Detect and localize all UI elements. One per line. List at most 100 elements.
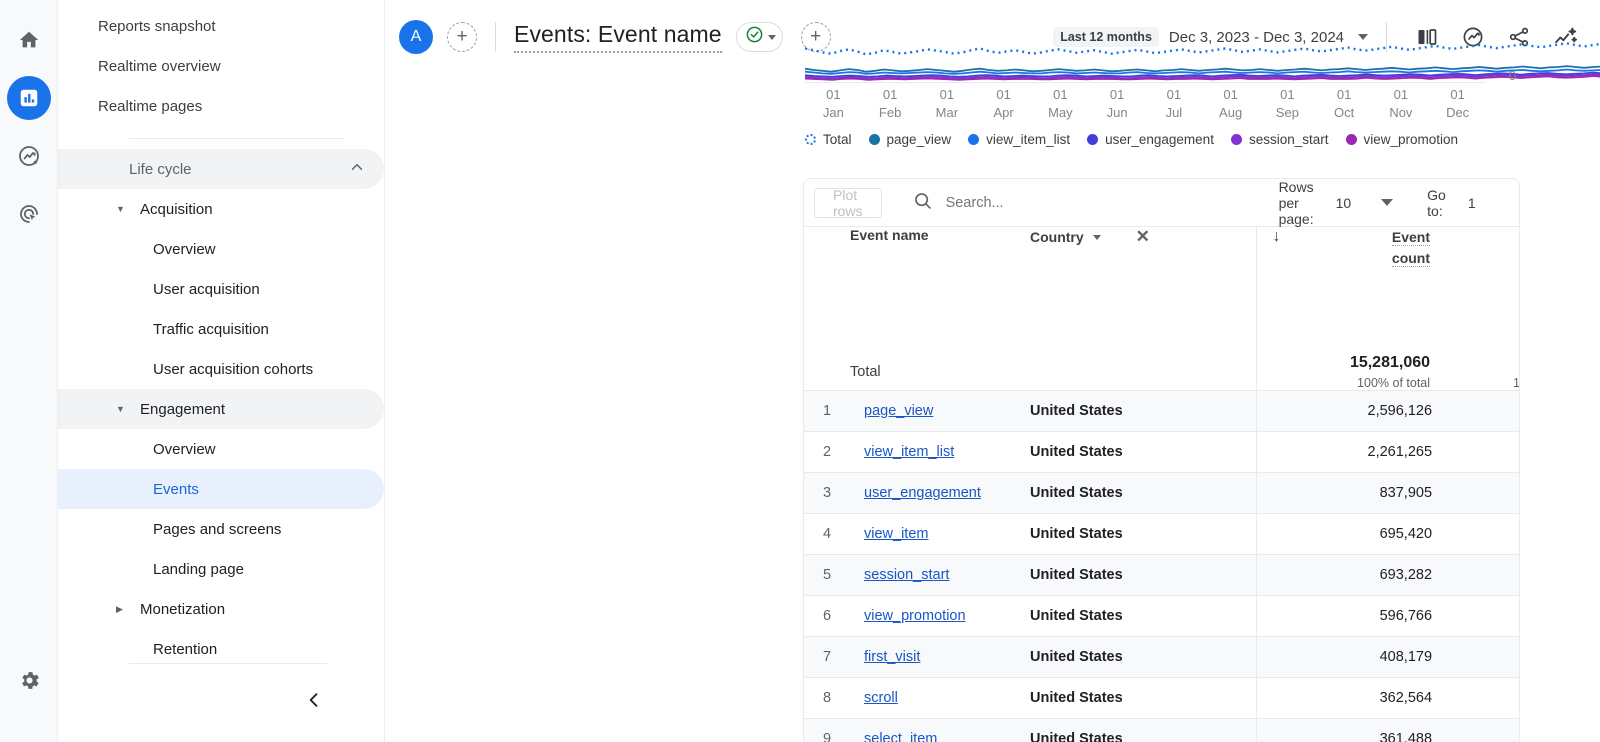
table-row[interactable]: 5session_startUnited States693,282412,54… [804, 555, 1520, 596]
row-index: 1 [804, 391, 850, 432]
chevron-down-icon[interactable] [1381, 199, 1393, 206]
legend-dot-icon [1231, 134, 1242, 145]
caret-down-icon: ▼ [116, 405, 132, 414]
total-metric: 15,281,060 100% of total [1256, 354, 1432, 391]
x-tick: 01Dec [1429, 86, 1486, 122]
event-name-link[interactable]: scroll [864, 690, 898, 706]
table-row[interactable]: 6view_promotionUnited States596,766226,1… [804, 596, 1520, 637]
legend-item-session_start[interactable]: session_start [1231, 132, 1329, 147]
event-name-link[interactable]: user_engagement [864, 485, 981, 501]
sidebar-group-acquisition[interactable]: ▼ Acquisition [58, 189, 384, 229]
row-event-count: 695,420 [1256, 514, 1432, 555]
sidebar-item-landing-page[interactable]: Landing page [58, 549, 384, 589]
row-event-count: 596,766 [1256, 596, 1432, 637]
row-country: United States [1030, 555, 1256, 596]
x-tick: 01Apr [975, 86, 1032, 122]
rows-per-page-value[interactable]: 10 [1336, 195, 1352, 211]
chevron-down-icon [768, 35, 776, 40]
arrow-down-icon[interactable]: ↓ [1257, 227, 1297, 246]
event-name-link[interactable]: first_visit [864, 649, 920, 665]
sidebar-section-life-cycle[interactable]: Life cycle [58, 149, 384, 189]
sidebar-item-realtime-pages[interactable]: Realtime pages [58, 86, 368, 126]
chevron-down-icon[interactable] [1093, 235, 1101, 240]
goto-input[interactable]: 1 [1468, 195, 1476, 211]
table-total-row: Total15,281,060100% of total741,595100% … [804, 354, 1520, 391]
sidebar-item-events[interactable]: Events [58, 469, 384, 509]
sidebar-bottom-divider [129, 663, 327, 664]
table-row[interactable]: 4view_itemUnited States695,420142,7794.8… [804, 514, 1520, 555]
row-total-users: 412,543 [1432, 555, 1520, 596]
reports-bar-chart-icon[interactable] [7, 76, 51, 120]
row-total-users: 418,425 [1432, 391, 1520, 432]
row-country: United States [1030, 473, 1256, 514]
row-total-users: 142,779 [1432, 514, 1520, 555]
sidebar-item-acquisition-overview[interactable]: Overview [58, 229, 384, 269]
event-name-link[interactable]: select_item [864, 731, 937, 742]
sidebar-item-traffic-acquisition[interactable]: Traffic acquisition [58, 309, 384, 349]
row-event-count: 693,282 [1256, 555, 1432, 596]
search-area[interactable] [895, 190, 1246, 216]
advertising-target-icon[interactable] [7, 192, 51, 236]
legend-dot-icon [805, 134, 816, 145]
legend-dot-icon [968, 134, 979, 145]
page-title[interactable]: Events: Event name [514, 21, 722, 53]
event-name-link[interactable]: view_item_list [864, 444, 954, 460]
total-value: 15,281,060 [1257, 354, 1433, 372]
sidebar-item-engagement-overview[interactable]: Overview [58, 429, 384, 469]
legend-item-view_promotion[interactable]: view_promotion [1346, 132, 1459, 147]
dimension-secondary-label[interactable]: Country [1030, 229, 1084, 245]
sidebar-item-reports-snapshot[interactable]: Reports snapshot [58, 6, 368, 46]
header-event-count: ↓ Event count [1256, 227, 1432, 354]
chevron-up-icon [348, 158, 366, 180]
event-name-link[interactable]: view_item [864, 526, 928, 542]
sidebar-item-realtime-overview[interactable]: Realtime overview [58, 46, 368, 86]
table-row[interactable]: 3user_engagementUnited States837,905213,… [804, 473, 1520, 514]
legend-item-page_view[interactable]: page_view [869, 132, 952, 147]
total-subtext: 100% of total [1257, 376, 1433, 390]
row-country: United States [1030, 596, 1256, 637]
sidebar-item-label: User acquisition cohorts [153, 361, 313, 378]
sidebar-item-label: Overview [153, 241, 216, 258]
row-event-name: scroll [850, 678, 1030, 719]
table-row[interactable]: 7first_visitUnited States408,179399,2211… [804, 637, 1520, 678]
sidebar-item-label: Realtime overview [98, 58, 221, 75]
validity-chip[interactable] [736, 22, 783, 52]
plus-icon: + [456, 26, 467, 48]
caret-right-icon: ▶ [116, 605, 132, 614]
plot-rows-button[interactable]: Plot rows [814, 188, 882, 218]
search-input[interactable] [946, 195, 1246, 211]
table-row[interactable]: 1page_viewUnited States2,596,126418,4256… [804, 391, 1520, 432]
title-area: Events: Event name [514, 21, 783, 53]
row-event-count: 361,488 [1256, 719, 1432, 742]
table-row[interactable]: 2view_item_listUnited States2,261,265214… [804, 432, 1520, 473]
chevron-left-icon[interactable] [1516, 193, 1520, 212]
table-row[interactable]: 8scrollUnited States362,564147,9222.46$0… [804, 678, 1520, 719]
event-name-link[interactable]: view_promotion [864, 608, 966, 624]
sidebar-group-monetization[interactable]: ▶ Monetization [58, 589, 384, 629]
table-row[interactable]: 9select_itemUnited States361,48875,0264.… [804, 719, 1520, 742]
legend-dot-icon [1346, 134, 1357, 145]
event-name-link[interactable]: session_start [864, 567, 949, 583]
row-index: 6 [804, 596, 850, 637]
sidebar-item-label: Pages and screens [153, 521, 281, 538]
sidebar-item-user-acquisition-cohorts[interactable]: User acquisition cohorts [58, 349, 384, 389]
sidebar-group-engagement[interactable]: ▼ Engagement [58, 389, 384, 429]
avatar[interactable]: A [399, 20, 433, 54]
home-icon[interactable] [7, 18, 51, 62]
chevron-left-icon[interactable] [304, 690, 324, 714]
legend-item-user_engagement[interactable]: user_engagement [1087, 132, 1214, 147]
header-dimension-primary[interactable]: Event name [850, 227, 1030, 354]
gear-icon[interactable] [7, 658, 51, 702]
legend-item-view_item_list[interactable]: view_item_list [968, 132, 1070, 147]
add-comparison-button[interactable]: + [447, 22, 477, 52]
close-icon[interactable]: ✕ [1136, 227, 1150, 247]
legend-item-Total[interactable]: Total [805, 132, 852, 147]
legend-label: view_promotion [1364, 132, 1459, 147]
explore-icon[interactable] [7, 134, 51, 178]
row-event-name: view_promotion [850, 596, 1030, 637]
sidebar-item-user-acquisition[interactable]: User acquisition [58, 269, 384, 309]
x-tick: 01Oct [1316, 86, 1373, 122]
sidebar-item-pages-and-screens[interactable]: Pages and screens [58, 509, 384, 549]
total-label: Total [850, 354, 1256, 391]
event-name-link[interactable]: page_view [864, 403, 933, 419]
